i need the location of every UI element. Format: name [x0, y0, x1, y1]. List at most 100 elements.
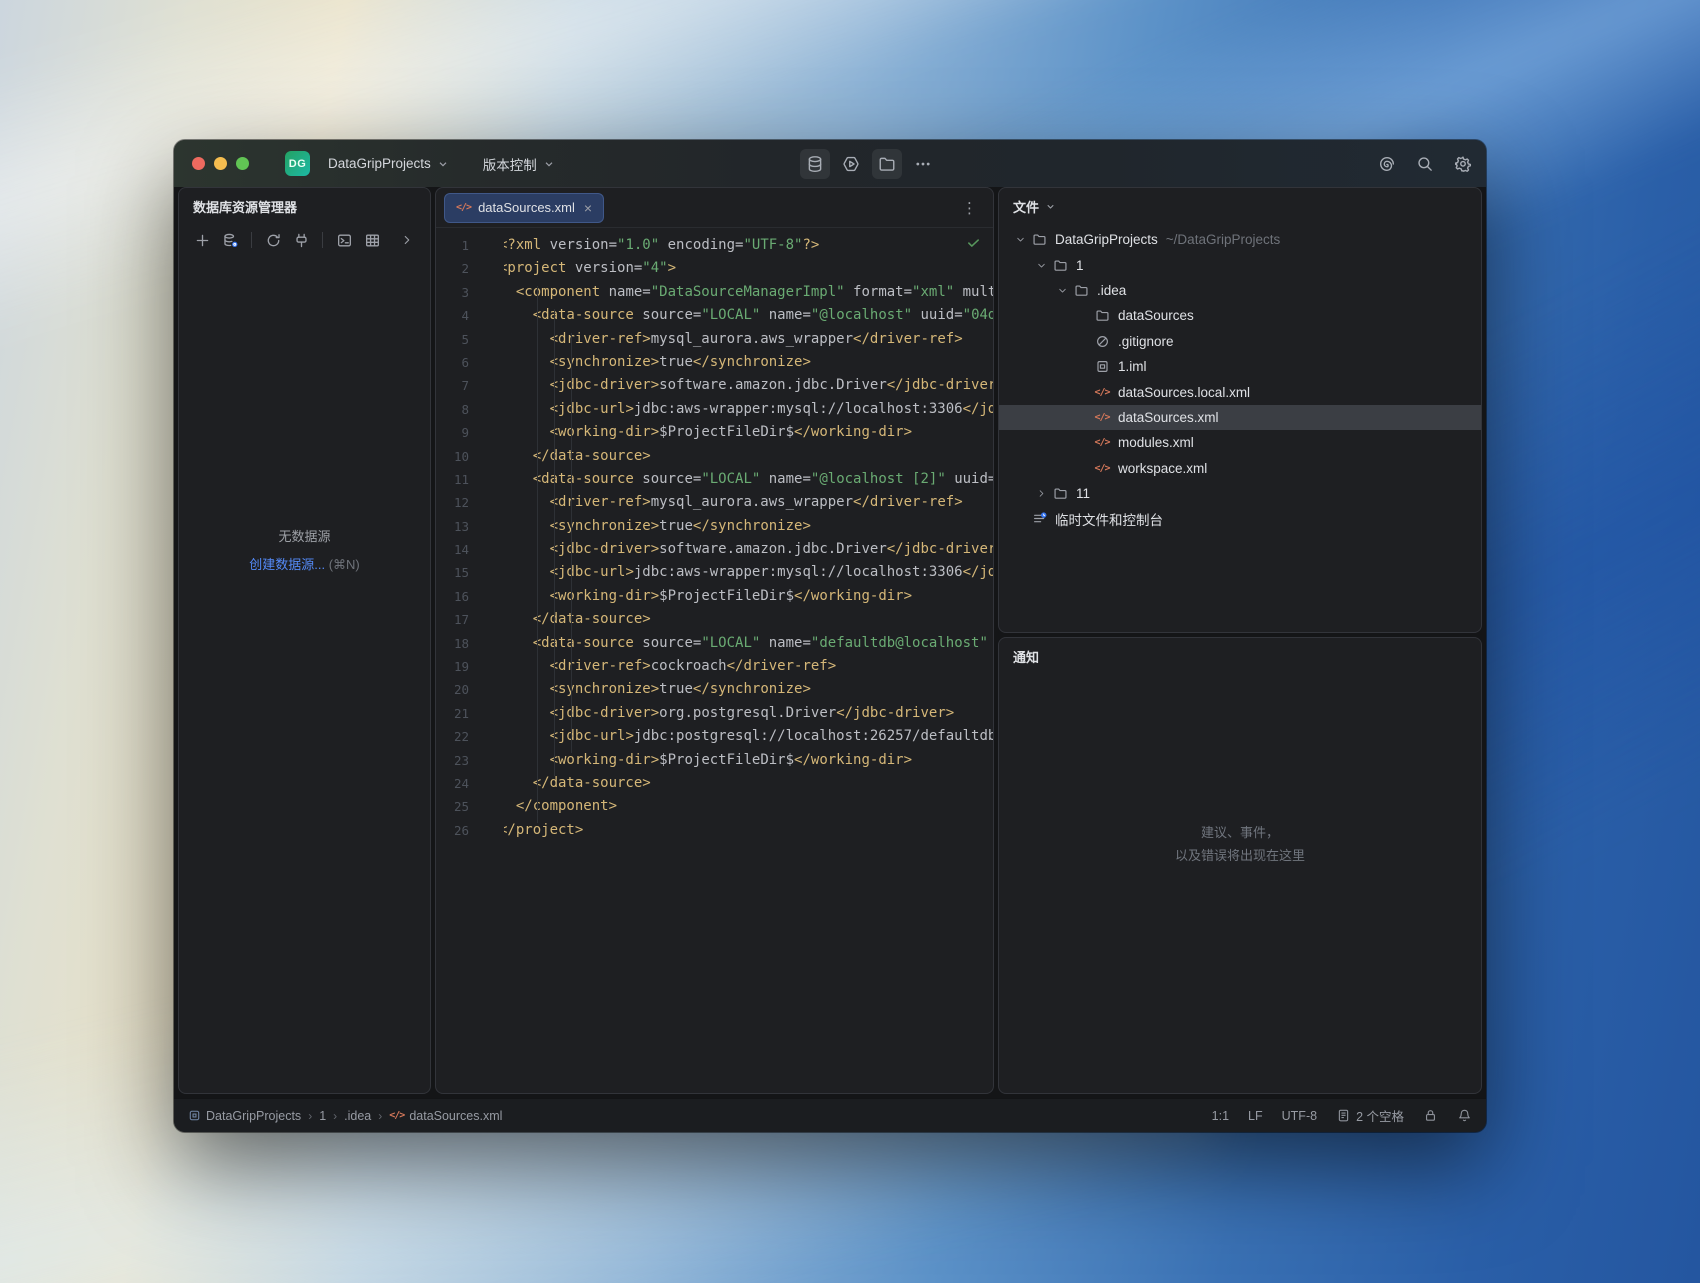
- code-line[interactable]: <jdbc-driver>software.amazon.jdbc.Driver…: [504, 538, 993, 561]
- line-number: 15: [453, 565, 469, 581]
- vcs-widget[interactable]: 版本控制: [477, 150, 561, 178]
- code-line[interactable]: <jdbc-driver>software.amazon.jdbc.Driver…: [504, 374, 993, 397]
- code-line[interactable]: <data-source source="LOCAL" name="@local…: [504, 468, 993, 491]
- tree-item-.gitignore[interactable]: .gitignore: [999, 329, 1481, 354]
- traffic-lights: [192, 157, 249, 170]
- caret-position-widget[interactable]: 1:1: [1212, 1109, 1229, 1123]
- code-line[interactable]: <jdbc-url>jdbc:aws-wrapper:mysql://local…: [504, 561, 993, 584]
- empty-data-source-state: 无数据源 创建数据源... (⌘N): [179, 526, 430, 573]
- line-number: 26: [453, 822, 469, 838]
- tree-item-1.iml[interactable]: 1.iml: [999, 354, 1481, 379]
- tree-item-dataSources.xml[interactable]: </> dataSources.xml: [999, 404, 1481, 431]
- chevron-right-icon[interactable]: [1032, 488, 1051, 499]
- code-line[interactable]: <driver-ref>mysql_aurora.aws_wrapper</dr…: [504, 491, 993, 514]
- chevron-down-icon[interactable]: [1053, 285, 1072, 296]
- breadcrumb-item-dataSources.xml[interactable]: </> dataSources.xml: [389, 1109, 502, 1123]
- code-line[interactable]: </data-source>: [504, 772, 993, 795]
- code-line[interactable]: <?xml version="1.0" encoding="UTF-8"?>: [504, 234, 993, 257]
- xml-file-icon: </>: [1094, 462, 1110, 474]
- tree-item-11[interactable]: 11: [999, 481, 1481, 506]
- code-line[interactable]: <working-dir>$ProjectFileDir$</working-d…: [504, 749, 993, 772]
- database-icon[interactable]: [800, 148, 830, 179]
- line-ending-widget[interactable]: LF: [1248, 1109, 1263, 1123]
- tree-item-DataGripProjects[interactable]: DataGripProjects ~/DataGripProjects: [999, 227, 1481, 252]
- chevron-down-icon[interactable]: [1045, 201, 1056, 212]
- breadcrumb-item-.idea[interactable]: .idea: [344, 1109, 371, 1123]
- tree-item-.idea[interactable]: .idea: [999, 278, 1481, 303]
- breadcrumb-item-1[interactable]: 1: [319, 1109, 326, 1123]
- run-widget-icon[interactable]: [836, 149, 866, 179]
- breadcrumb-label: DataGripProjects: [206, 1108, 302, 1123]
- code-line[interactable]: <working-dir>$ProjectFileDir$</working-d…: [504, 421, 993, 444]
- chevron-down-icon[interactable]: [1011, 234, 1030, 245]
- code-line[interactable]: <synchronize>true</synchronize>: [504, 515, 993, 538]
- code-line[interactable]: <jdbc-url>jdbc:aws-wrapper:mysql://local…: [504, 398, 993, 421]
- minimize-window-button[interactable]: [214, 157, 227, 170]
- inspections-check-icon[interactable]: [966, 235, 981, 255]
- code-line[interactable]: </data-source>: [504, 445, 993, 468]
- tree-item-dataSources[interactable]: dataSources: [999, 303, 1481, 328]
- ai-assistant-icon[interactable]: [1372, 149, 1402, 179]
- disconnect-icon[interactable]: [288, 227, 314, 253]
- tree-item-modules.xml[interactable]: </> modules.xml: [999, 430, 1481, 455]
- tree-item-1[interactable]: 1: [999, 252, 1481, 277]
- table-icon[interactable]: [359, 227, 385, 253]
- toolbar-divider: [322, 232, 323, 248]
- tree-item-临时文件和控制台[interactable]: 临时文件和控制台: [999, 506, 1481, 531]
- close-window-button[interactable]: [192, 157, 205, 170]
- chevron-down-icon[interactable]: [1032, 260, 1051, 271]
- editor-body[interactable]: 1 2 3 4 5 6 7 8 9 10 11 12 13 14 15 16 17 18 19 20 21 22 23 24 2…: [436, 228, 993, 1093]
- code-line[interactable]: </component>: [504, 795, 993, 818]
- code-line[interactable]: <data-source source="LOCAL" name="defaul…: [504, 632, 993, 655]
- chevron-down-icon: [543, 158, 555, 170]
- code-line[interactable]: <data-source source="LOCAL" name="@local…: [504, 304, 993, 327]
- main-area: 数据库资源管理器 无数据源 创建数据源... (⌘N) </> dataSour…: [174, 187, 1486, 1098]
- kebab-menu-icon[interactable]: ⋮: [954, 199, 985, 217]
- chevron-down-icon: [437, 158, 449, 170]
- notifications-title: 通知: [1013, 649, 1040, 665]
- code-line[interactable]: <working-dir>$ProjectFileDir$</working-d…: [504, 585, 993, 608]
- line-number: 24: [453, 775, 469, 791]
- code-line[interactable]: <synchronize>true</synchronize>: [504, 351, 993, 374]
- folder-icon: [1051, 258, 1069, 273]
- line-number: 25: [453, 799, 469, 815]
- lock-icon[interactable]: [1423, 1108, 1438, 1123]
- project-widget[interactable]: DataGripProjects: [322, 152, 455, 175]
- code-line[interactable]: <component name="DataSourceManagerImpl" …: [504, 281, 993, 304]
- search-icon[interactable]: [1410, 149, 1440, 179]
- add-icon[interactable]: [189, 227, 215, 253]
- code-line[interactable]: <driver-ref>mysql_aurora.aws_wrapper</dr…: [504, 328, 993, 351]
- more-icon[interactable]: [908, 149, 938, 179]
- code-line[interactable]: <jdbc-driver>org.postgresql.Driver</jdbc…: [504, 702, 993, 725]
- query-console-icon[interactable]: [331, 227, 357, 253]
- tree-item-dataSources.local.xml[interactable]: </> dataSources.local.xml: [999, 379, 1481, 404]
- settings-icon[interactable]: [1448, 149, 1478, 179]
- indent-widget[interactable]: 2 个空格: [1336, 1106, 1404, 1125]
- create-data-source-link[interactable]: 创建数据源...: [249, 557, 325, 572]
- data-source-properties-icon[interactable]: [217, 227, 243, 253]
- code-line[interactable]: <synchronize>true</synchronize>: [504, 678, 993, 701]
- line-number: 11: [453, 471, 469, 487]
- zoom-window-button[interactable]: [236, 157, 249, 170]
- tab-datasources-xml[interactable]: </> dataSources.xml ×: [444, 192, 605, 223]
- refresh-icon[interactable]: [260, 227, 286, 253]
- code-line[interactable]: <project version="4">: [504, 257, 993, 280]
- code-line[interactable]: <driver-ref>cockroach</driver-ref>: [504, 655, 993, 678]
- open-folder-icon[interactable]: [872, 148, 902, 179]
- breadcrumb-item-DataGripProjects[interactable]: DataGripProjects: [188, 1109, 301, 1123]
- close-icon[interactable]: ×: [584, 201, 592, 215]
- bell-icon[interactable]: [1457, 1108, 1472, 1123]
- tree-item-workspace.xml[interactable]: </> workspace.xml: [999, 456, 1481, 481]
- scratches-icon: [1030, 511, 1048, 526]
- code-area[interactable]: <?xml version="1.0" encoding="UTF-8"?><p…: [504, 234, 993, 1093]
- toolbar-expand-icon[interactable]: [394, 227, 420, 253]
- files-panel: 文件 DataGripProjects ~/DataGripProjects 1 .i…: [998, 187, 1482, 633]
- status-widgets: 1:1 LF UTF-8 2 个空格: [1212, 1106, 1472, 1125]
- line-number: 1: [461, 238, 469, 253]
- code-line[interactable]: </data-source>: [504, 608, 993, 631]
- code-line[interactable]: <jdbc-url>jdbc:postgresql://localhost:26…: [504, 725, 993, 748]
- encoding-widget[interactable]: UTF-8: [1282, 1109, 1317, 1123]
- xml-tab-icon: </>: [456, 202, 472, 213]
- breadcrumb: DataGripProjects › 1 › .idea › </> dataSources.…: [188, 1109, 502, 1123]
- code-line[interactable]: </project>: [504, 819, 993, 842]
